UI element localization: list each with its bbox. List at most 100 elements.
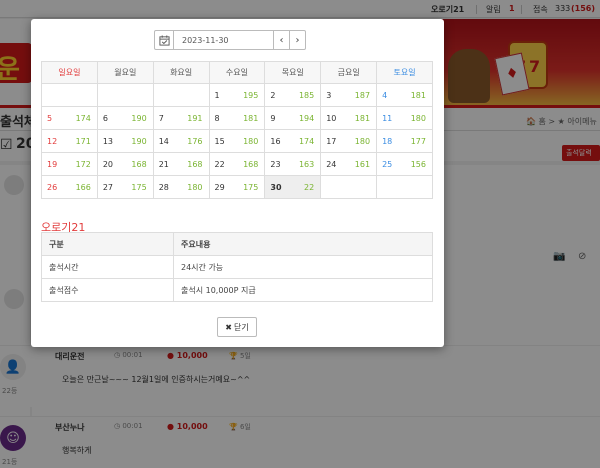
attendance-count: 171 — [75, 137, 91, 146]
calendar-day-cell[interactable]: 22 168 — [208, 152, 266, 176]
attendance-count: 187 — [354, 91, 371, 100]
calendar-day-cell[interactable]: 5 174 — [41, 106, 98, 130]
day-number: 30 — [270, 183, 282, 192]
attendance-count: 174 — [298, 137, 315, 146]
attendance-count: 194 — [298, 114, 315, 123]
attendance-count: 168 — [187, 160, 203, 169]
day-number: 3 — [326, 91, 332, 100]
weekday-header: 금요일 — [320, 61, 378, 84]
table-cell: 출석시 10,000P 지급 — [173, 278, 433, 302]
attendance-count: 166 — [75, 183, 91, 192]
table-cell: 출석점수 — [41, 278, 174, 302]
day-number: 5 — [47, 114, 53, 123]
day-number: 15 — [214, 137, 225, 146]
attendance-count: 180 — [187, 183, 203, 192]
calendar-day-cell[interactable]: 6 190 — [96, 106, 154, 130]
attendance-info-table: 구분 주요내용 출석시간 24시간 가능 출석점수 출석시 10,000P 지급 — [41, 232, 433, 302]
calendar-day-cell[interactable]: 27 175 — [96, 175, 154, 199]
attendance-count: 185 — [298, 91, 315, 100]
calendar-day-cell — [320, 175, 378, 199]
attendance-count: 176 — [187, 137, 203, 146]
calendar-day-cell[interactable]: 7 191 — [152, 106, 210, 130]
weekday-header-row: 일요일 월요일 화요일 수요일 목요일 금요일 토요일 — [41, 61, 433, 84]
day-number: 8 — [214, 114, 220, 123]
attendance-count: 156 — [410, 160, 426, 169]
day-number: 24 — [326, 160, 337, 169]
attendance-count: 181 — [354, 114, 371, 123]
calendar-day-cell — [96, 83, 154, 107]
attendance-count: 168 — [131, 160, 147, 169]
attendance-count: 175 — [131, 183, 147, 192]
calendar-day-cell[interactable]: 11 180 — [376, 106, 433, 130]
attendance-count: 163 — [298, 160, 315, 169]
weekday-header: 일요일 — [41, 61, 98, 84]
table-row: 출석시간 24시간 가능 — [41, 255, 433, 279]
attendance-count: 190 — [131, 137, 147, 146]
day-number: 1 — [214, 91, 220, 100]
calendar-day-cell[interactable]: 16 174 — [264, 129, 322, 153]
table-cell: 출석시간 — [41, 255, 174, 279]
table-row: 출석점수 출석시 10,000P 지급 — [41, 278, 433, 302]
calendar-day-cell[interactable]: 9 194 — [264, 106, 322, 130]
calendar-day-cell[interactable]: 21 168 — [152, 152, 210, 176]
calendar-day-cell[interactable]: 15 180 — [208, 129, 266, 153]
calendar-week-row: 1 195 2 185 3 187 4 181 — [41, 83, 433, 107]
calendar-day-cell[interactable]: 17 180 — [320, 129, 378, 153]
calendar-day-cell[interactable]: 12 171 — [41, 129, 98, 153]
calendar-day-cell[interactable]: 23 163 — [264, 152, 322, 176]
day-number: 21 — [158, 160, 169, 169]
day-number: 26 — [47, 183, 58, 192]
calendar-day-cell[interactable]: 29 175 — [208, 175, 266, 199]
calendar-day-cell — [41, 83, 98, 107]
calendar-day-cell[interactable]: 13 190 — [96, 129, 154, 153]
day-number: 22 — [214, 160, 225, 169]
calendar-day-cell[interactable]: 20 168 — [96, 152, 154, 176]
day-number: 16 — [270, 137, 281, 146]
weekday-header: 화요일 — [152, 61, 210, 84]
day-number: 13 — [102, 137, 114, 146]
calendar-day-cell[interactable]: 8 181 — [208, 106, 266, 130]
calendar-day-cell[interactable]: 3 187 — [320, 83, 378, 107]
attendance-count: 172 — [75, 160, 91, 169]
prev-month-button[interactable]: ‹ — [274, 30, 290, 50]
attendance-count: 190 — [131, 114, 147, 123]
date-input[interactable] — [174, 30, 274, 50]
calendar-day-cell[interactable]: 26 166 — [41, 175, 98, 199]
close-button[interactable]: ✖ 닫기 — [217, 317, 257, 337]
calendar-day-cell[interactable]: 28 180 — [152, 175, 210, 199]
column-header: 구분 — [41, 232, 174, 256]
calendar-day-cell[interactable]: 30 22 — [264, 175, 322, 199]
calendar-day-cell[interactable]: 14 176 — [152, 129, 210, 153]
attendance-count: 181 — [410, 91, 426, 100]
day-number: 17 — [326, 137, 337, 146]
attendance-count: 168 — [243, 160, 259, 169]
calendar-day-cell[interactable]: 25 156 — [376, 152, 433, 176]
calendar-icon[interactable] — [154, 30, 174, 50]
weekday-header: 토요일 — [376, 61, 433, 84]
day-number: 14 — [158, 137, 169, 146]
day-number: 12 — [47, 137, 58, 146]
calendar-day-cell[interactable]: 24 161 — [320, 152, 378, 176]
attendance-calendar-modal: ‹ › 일요일 월요일 화요일 수요일 목요일 금요일 토요일 11952185… — [31, 19, 444, 347]
attendance-count: 161 — [354, 160, 371, 169]
calendar-day-cell[interactable]: 2 185 — [264, 83, 322, 107]
calendar-day-cell[interactable]: 1 195 — [208, 83, 266, 107]
calendar-day-cell[interactable]: 4 181 — [376, 83, 433, 107]
day-number: 27 — [102, 183, 114, 192]
weekday-header: 월요일 — [96, 61, 154, 84]
day-number: 23 — [270, 160, 281, 169]
day-number: 2 — [270, 91, 276, 100]
attendance-count: 180 — [410, 114, 426, 123]
attendance-count: 181 — [243, 114, 259, 123]
attendance-count: 180 — [243, 137, 259, 146]
day-number: 29 — [214, 183, 225, 192]
day-number: 28 — [158, 183, 169, 192]
calendar-day-cell[interactable]: 18 177 — [376, 129, 433, 153]
next-month-button[interactable]: › — [290, 30, 306, 50]
weekday-header: 수요일 — [208, 61, 266, 84]
calendar-week-row: 5 174 6 190 7 191 8 181 9 194 10 181 11 180 — [41, 106, 433, 130]
attendance-count: 180 — [354, 137, 371, 146]
day-number: 4 — [382, 91, 388, 100]
calendar-day-cell[interactable]: 10 181 — [320, 106, 378, 130]
calendar-day-cell[interactable]: 19 172 — [41, 152, 98, 176]
